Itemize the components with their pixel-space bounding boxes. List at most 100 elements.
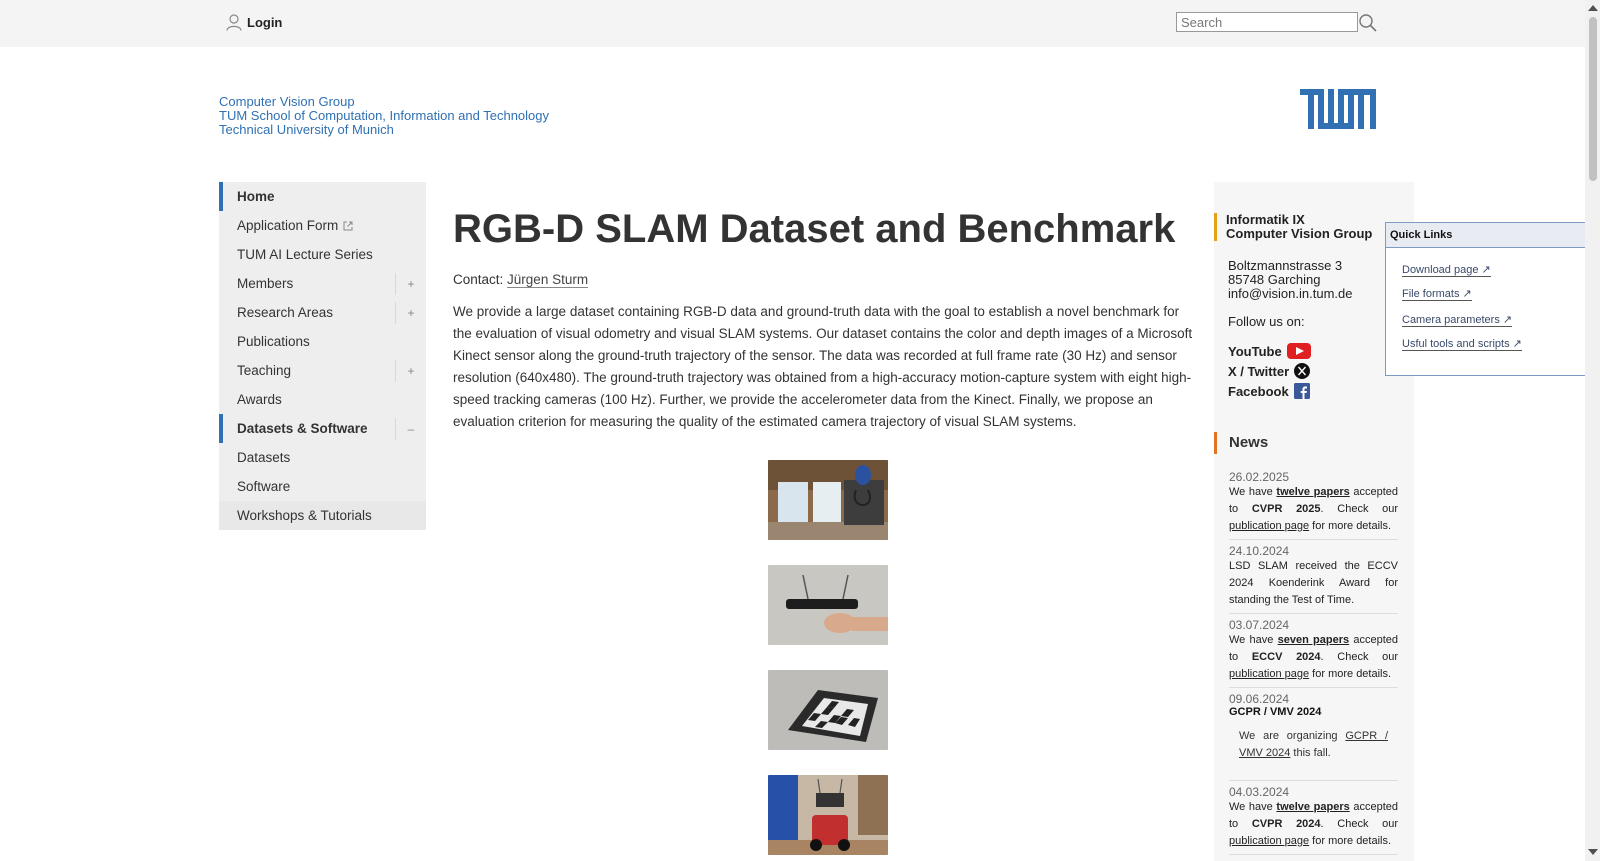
city: 85748 Garching	[1228, 272, 1321, 287]
twitter-label: X / Twitter	[1228, 363, 1290, 379]
news-bold: CVPR 2025	[1251, 503, 1321, 515]
page-scrollbar[interactable]	[1585, 0, 1600, 861]
email-link[interactable]: info@vision.in.tum.de	[1228, 287, 1352, 301]
institute-line-2: Computer Vision Group	[1226, 226, 1373, 241]
university-name-link[interactable]: Technical University of Munich	[219, 123, 549, 137]
nav-item-tum-ai-lecture-series[interactable]: TUM AI Lecture Series	[219, 240, 426, 269]
intro-paragraph: We provide a large dataset containing RG…	[453, 304, 1193, 429]
quick-links-title: Quick Links	[1386, 223, 1586, 248]
external-link-icon: ↗	[1512, 338, 1522, 350]
nav-item-members[interactable]: Members +	[219, 269, 426, 298]
news-item: 26.02.2025 We have twelve papers accepte…	[1229, 470, 1398, 540]
youtube-icon	[1286, 343, 1311, 359]
camera-parameters-link[interactable]: Camera parameters ↗	[1402, 313, 1513, 327]
nav-item-datasets-software[interactable]: Datasets & Software –	[219, 414, 426, 443]
news-item: 09.06.2024 GCPR / VMV 2024 We are organi…	[1229, 692, 1398, 781]
nav-item-home[interactable]: Home	[219, 182, 426, 211]
news-text: We have twelve papers accepted to CVPR 2…	[1229, 484, 1398, 535]
news-bold: CVPR 2024	[1251, 818, 1321, 830]
page-title: RGB-D SLAM Dataset and Benchmark	[453, 207, 1176, 251]
news-text-part: We have	[1229, 634, 1278, 646]
collapse-toggle[interactable]: –	[395, 418, 426, 440]
nav-item-workshops-tutorials[interactable]: Workshops & Tutorials	[219, 501, 426, 530]
news-item: 24.10.2024 LSD SLAM received the ECCV 20…	[1229, 544, 1398, 614]
scroll-up-arrow[interactable]	[1588, 5, 1598, 11]
nav-label: Home	[237, 189, 275, 204]
news-text: We are organizing GCPR / VMV 2024 this f…	[1239, 728, 1388, 762]
news-text-part: this fall.	[1290, 747, 1331, 759]
news-date: 24.10.2024	[1229, 544, 1290, 558]
nav-label: Teaching	[237, 363, 292, 378]
search-icon[interactable]	[1358, 13, 1378, 33]
news-item: 03.07.2024 We have seven papers accepted…	[1229, 618, 1398, 688]
external-link-icon	[343, 221, 353, 230]
follow-label: Follow us on:	[1228, 314, 1305, 329]
nav-label: Awards	[237, 392, 282, 407]
news-text-part: . Check our	[1320, 651, 1399, 663]
kinect-handheld-photo	[768, 565, 888, 645]
news-text: We have twelve papers accepted to CVPR 2…	[1229, 799, 1398, 850]
scroll-down-arrow[interactable]	[1588, 849, 1598, 855]
left-navigation: Home Application Form TUM AI Lecture Ser…	[219, 182, 426, 530]
nav-label: Datasets	[237, 450, 291, 465]
tools-scripts-link[interactable]: Usful tools and scripts ↗	[1402, 337, 1522, 351]
tum-logo[interactable]	[1300, 89, 1376, 129]
nav-label: Research Areas	[237, 305, 334, 320]
news-link[interactable]: twelve papers	[1276, 486, 1349, 498]
news-text-part: . Check our	[1320, 503, 1399, 515]
news-text: We have seven papers accepted to ECCV 20…	[1229, 632, 1398, 683]
nav-item-software[interactable]: Software	[219, 472, 426, 501]
expand-toggle[interactable]: +	[395, 273, 426, 295]
nav-item-datasets[interactable]: Datasets	[219, 443, 426, 472]
nav-item-research-areas[interactable]: Research Areas +	[219, 298, 426, 327]
link-label: Camera parameters	[1402, 314, 1500, 326]
link-label: Usful tools and scripts	[1402, 338, 1510, 350]
institute-line-1: Informatik IX	[1226, 212, 1305, 227]
nav-item-publications[interactable]: Publications	[219, 327, 426, 356]
expand-toggle[interactable]: +	[395, 360, 426, 382]
news-link[interactable]: twelve papers	[1276, 801, 1349, 813]
youtube-link[interactable]: YouTube	[1228, 343, 1311, 359]
news-text-part: for more details.	[1309, 668, 1392, 680]
nav-item-teaching[interactable]: Teaching +	[219, 356, 426, 385]
group-name-link[interactable]: Computer Vision Group	[219, 95, 549, 109]
publication-page-link[interactable]: publication page	[1229, 668, 1309, 680]
nav-label: Publications	[237, 334, 310, 349]
street: Boltzmannstrasse 3	[1228, 258, 1343, 273]
contact-name-link[interactable]: Jürgen Sturm	[507, 272, 589, 288]
file-formats-link[interactable]: File formats ↗	[1402, 287, 1472, 301]
school-name-link[interactable]: TUM School of Computation, Information a…	[219, 109, 549, 123]
download-page-link[interactable]: Download page ↗	[1402, 263, 1491, 277]
link-label: File formats	[1402, 288, 1460, 300]
twitter-link[interactable]: X / Twitter	[1228, 363, 1311, 379]
facebook-label: Facebook	[1228, 383, 1289, 399]
nav-label: Members	[237, 276, 294, 291]
publication-page-link[interactable]: publication page	[1229, 520, 1309, 532]
link-label: Download page	[1402, 264, 1479, 276]
expand-toggle[interactable]: +	[395, 302, 426, 324]
external-link-icon: ↗	[1481, 264, 1491, 276]
nav-label: TUM AI Lecture Series	[237, 247, 373, 262]
group-header: Computer Vision Group TUM School of Comp…	[219, 95, 549, 137]
x-twitter-icon	[1294, 363, 1311, 379]
external-link-icon: ↗	[1462, 288, 1472, 300]
robot-photo	[768, 775, 888, 855]
publication-page-link[interactable]: publication page	[1229, 835, 1309, 847]
contact-line: Contact: Jürgen Sturm	[453, 272, 1201, 288]
news-text: LSD SLAM received the ECCV 2024 Koenderi…	[1229, 560, 1398, 606]
news-date: 26.02.2025	[1229, 470, 1290, 484]
news-heading: News	[1214, 432, 1268, 454]
facebook-link[interactable]: Facebook	[1228, 383, 1310, 399]
checkerboard-photo	[768, 670, 888, 750]
nav-label: Workshops & Tutorials	[237, 508, 372, 523]
news-link[interactable]: seven papers	[1278, 634, 1350, 646]
news-list: 26.02.2025 We have twelve papers accepte…	[1229, 470, 1398, 859]
news-text-part: We are organizing	[1239, 730, 1346, 742]
top-bar: Login	[0, 0, 1585, 47]
login-link[interactable]: Login	[226, 14, 282, 31]
search-input[interactable]	[1176, 12, 1358, 32]
nav-item-awards[interactable]: Awards	[219, 385, 426, 414]
nav-item-application-form[interactable]: Application Form	[219, 211, 426, 240]
scroll-thumb[interactable]	[1589, 17, 1597, 181]
news-date: 09.06.2024	[1229, 692, 1290, 706]
